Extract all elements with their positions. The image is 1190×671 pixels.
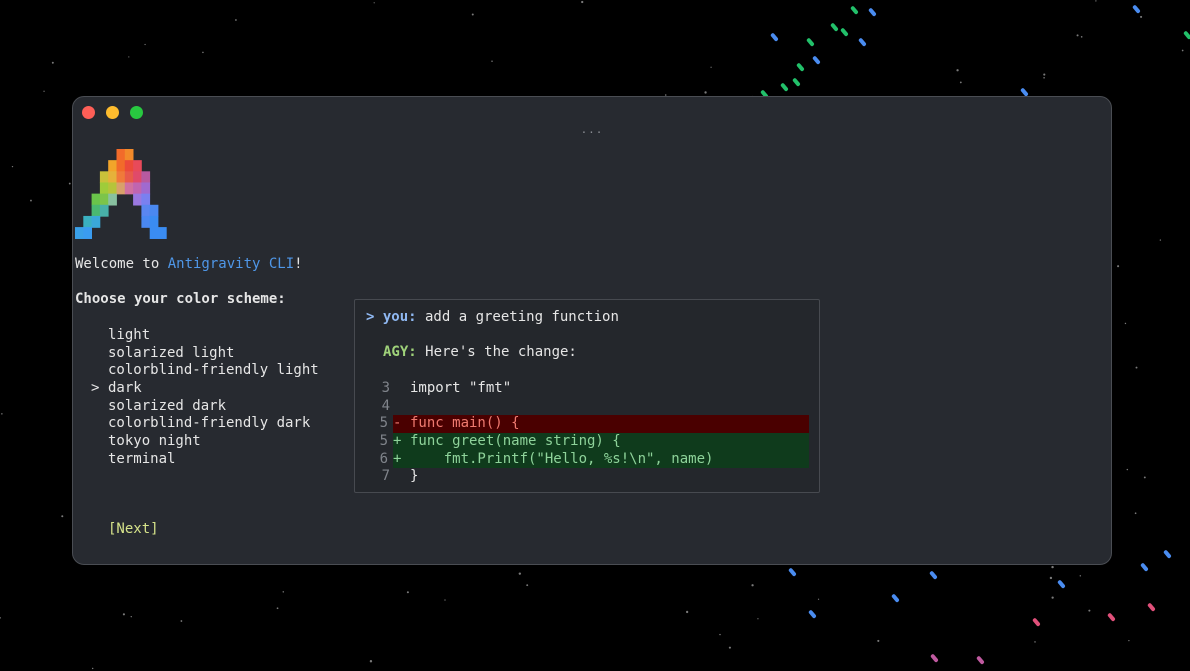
line-number: 4 xyxy=(381,397,390,414)
selection-cursor xyxy=(91,362,108,380)
diff-marker xyxy=(393,468,410,486)
line-number: 5 xyxy=(355,433,391,451)
scheme-option-label: colorblind-friendly light xyxy=(108,362,319,379)
welcome-message: Welcome to Antigravity CLI! xyxy=(75,256,303,272)
line-number: 5 xyxy=(355,415,391,434)
code-text: } xyxy=(410,468,419,485)
theme-preview-panel: > you: add a greeting function AGY: Here… xyxy=(354,299,820,493)
line-number: 7 xyxy=(381,468,390,485)
code-text: import "fmt" xyxy=(410,380,512,396)
user-message: > you: add a greeting function xyxy=(366,309,619,325)
selection-cursor xyxy=(91,433,108,451)
scheme-option-label: colorblind-friendly dark xyxy=(108,415,311,432)
scheme-option-solarized-light[interactable]: solarized light xyxy=(91,345,319,363)
diff-marker: - xyxy=(393,415,402,432)
scheme-option-tokyo-night[interactable]: tokyo night xyxy=(91,433,319,451)
selection-cursor: > xyxy=(91,380,100,397)
scheme-option-solarized-dark[interactable]: solarized dark xyxy=(91,398,319,416)
diff-line: 7} xyxy=(355,468,809,486)
antigravity-logo-icon xyxy=(75,149,167,239)
terminal-window: ... Welcome to Antigravity CLI! Choose y… xyxy=(72,96,1112,565)
diff-line: 3 import "fmt" xyxy=(355,380,809,398)
line-number: 6 xyxy=(355,450,391,469)
diff-marker xyxy=(393,380,410,398)
code-text: func main() { xyxy=(410,415,520,432)
diff-line: 4 xyxy=(355,398,809,416)
scheme-option-label: terminal xyxy=(108,450,176,467)
color-scheme-list: light solarized light colorblind-friendly … xyxy=(91,327,319,469)
scheme-option-colorblind-friendly-dark[interactable]: colorblind-friendly dark xyxy=(91,415,319,433)
line-number: 3 xyxy=(381,380,390,396)
scheme-option-label: dark xyxy=(108,380,142,397)
scheme-option-label: tokyo night xyxy=(108,433,201,450)
next-button[interactable]: [Next] xyxy=(108,521,159,539)
selection-cursor xyxy=(91,327,108,345)
scheme-option-dark[interactable]: > dark xyxy=(91,380,319,398)
diff-marker xyxy=(393,398,410,416)
window-controls xyxy=(82,106,143,119)
app-name: Antigravity CLI xyxy=(167,256,295,272)
scheme-option-terminal[interactable]: terminal xyxy=(91,451,319,469)
selection-cursor xyxy=(91,398,108,416)
scheme-option-light[interactable]: light xyxy=(91,327,319,345)
maximize-window-button[interactable] xyxy=(130,106,143,119)
diff-marker: + xyxy=(393,433,402,450)
scheme-option-label: solarized light xyxy=(108,344,235,361)
diff-preview: 3 import "fmt" 4 5- func main() {5 + func gree… xyxy=(355,380,809,486)
scheme-option-label: light xyxy=(108,327,151,343)
selection-cursor xyxy=(91,451,108,469)
diff-line: 6 + fmt.Printf("Hello, %s!\n", name) xyxy=(355,450,809,469)
close-window-button[interactable] xyxy=(82,106,95,119)
selection-cursor xyxy=(91,345,108,363)
scheme-option-colorblind-friendly-light[interactable]: colorblind-friendly light xyxy=(91,362,319,380)
selection-cursor xyxy=(91,415,108,433)
window-title: ... xyxy=(580,123,604,136)
code-text: fmt.Printf("Hello, %s!\n", name) xyxy=(410,450,714,467)
diff-marker: + xyxy=(393,450,402,467)
diff-line: 5- func main() { xyxy=(355,415,809,434)
diff-line: 5 + func greet(name string) { xyxy=(355,433,809,451)
minimize-window-button[interactable] xyxy=(106,106,119,119)
code-text: func greet(name string) { xyxy=(410,433,621,450)
agent-message: AGY: Here's the change: xyxy=(383,344,577,360)
scheme-option-label: solarized dark xyxy=(108,397,227,414)
color-scheme-heading: Choose your color scheme: xyxy=(75,291,286,307)
